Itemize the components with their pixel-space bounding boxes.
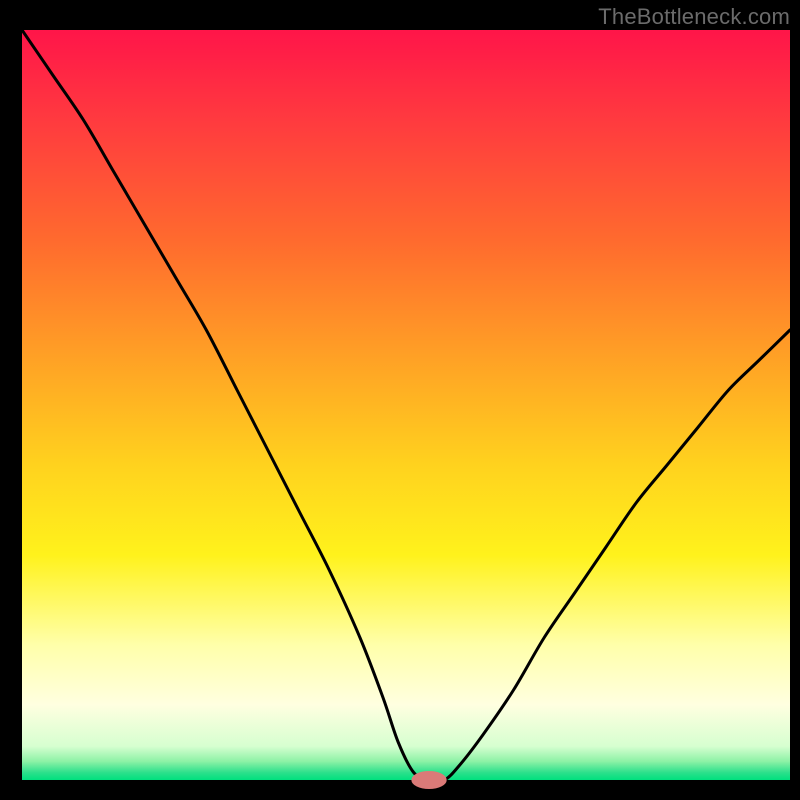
optimal-point-marker	[411, 771, 446, 789]
bottleneck-plot	[0, 0, 800, 800]
plot-gradient-area	[22, 30, 790, 780]
figure-root: TheBottleneck.com	[0, 0, 800, 800]
watermark-text: TheBottleneck.com	[598, 4, 790, 30]
